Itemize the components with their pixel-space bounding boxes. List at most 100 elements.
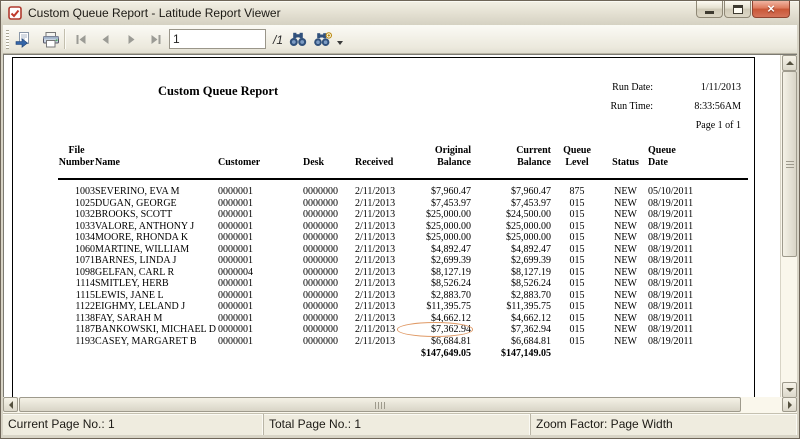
cell-customer: 0000001 xyxy=(218,232,303,244)
cell-received: 2/11/2013 xyxy=(355,290,405,302)
print-button[interactable] xyxy=(39,28,63,51)
column-header-desk: Desk xyxy=(303,145,355,179)
cell-file-number: 1060 xyxy=(58,244,95,256)
cell-queue-level: 875 xyxy=(551,179,603,198)
cell-queue-level: 015 xyxy=(551,209,603,221)
cell-received: 2/11/2013 xyxy=(355,209,405,221)
report-table-header-row: FileNumberNameCustomerDeskReceivedOrigin… xyxy=(58,145,748,179)
cell-name: MARTINE, WILLIAM xyxy=(95,244,218,256)
cell-received: 2/11/2013 xyxy=(355,267,405,279)
cell-file-number: 1122 xyxy=(58,301,95,313)
export-button[interactable] xyxy=(11,28,35,51)
toolbar: /1 xyxy=(3,25,797,54)
cell-original-balance: $2,699.39 xyxy=(405,255,471,267)
table-row: 1033VALORE, ANTHONY J000000100000002/11/… xyxy=(58,221,748,233)
scrollbar-grip xyxy=(786,161,794,168)
cell-current-balance: $25,000.00 xyxy=(471,221,551,233)
cell-current-balance: $4,662.12 xyxy=(471,313,551,325)
report-title: Custom Queue Report xyxy=(158,84,278,99)
toolbar-grip[interactable] xyxy=(6,30,9,49)
cell-file-number: 1071 xyxy=(58,255,95,267)
minimize-icon xyxy=(705,11,714,14)
cell-desk: 0000000 xyxy=(303,336,355,348)
previous-page-icon xyxy=(100,34,112,45)
cell-name: CASEY, MARGARET B xyxy=(95,336,218,348)
cell-received: 2/11/2013 xyxy=(355,232,405,244)
zoom-menu-caret-down-icon[interactable] xyxy=(337,41,343,45)
find-icon xyxy=(289,32,307,47)
close-button[interactable]: × xyxy=(752,1,790,18)
cell-queue-date: 08/19/2011 xyxy=(648,290,748,302)
cell-queue-level: 015 xyxy=(551,244,603,256)
find-button[interactable] xyxy=(286,28,310,51)
cell-customer: 0000001 xyxy=(218,336,303,348)
cell-desk: 0000000 xyxy=(303,301,355,313)
cell-original-balance: $25,000.00 xyxy=(405,209,471,221)
cell-name: SEVERINO, EVA M xyxy=(95,179,218,198)
scroll-down-button[interactable] xyxy=(782,382,797,397)
table-row: 1122EIGHMY, LELAND J000000100000002/11/2… xyxy=(58,301,748,313)
maximize-button[interactable] xyxy=(724,1,751,18)
vertical-scrollbar[interactable] xyxy=(780,55,797,397)
column-header-queue-level: QueueLevel xyxy=(551,145,603,179)
cell-status: NEW xyxy=(603,244,648,256)
minimize-button[interactable] xyxy=(696,1,723,18)
cell-file-number: 1193 xyxy=(58,336,95,348)
scroll-right-button[interactable] xyxy=(782,397,797,412)
table-row: 1098GELFAN, CARL R000000400000002/11/201… xyxy=(58,267,748,279)
cell-name: BARNES, LINDA J xyxy=(95,255,218,267)
totals-row: $147,649.05 $147,149.05 xyxy=(58,347,748,360)
run-time-label: Run Time: xyxy=(575,101,653,112)
scroll-up-button[interactable] xyxy=(782,55,797,71)
horizontal-scrollbar-thumb[interactable] xyxy=(19,397,741,412)
column-header-customer: Customer xyxy=(218,145,303,179)
window-title: Custom Queue Report - Latitude Report Vi… xyxy=(28,6,281,20)
next-page-icon xyxy=(125,34,137,45)
cell-desk: 0000000 xyxy=(303,255,355,267)
cell-desk: 0000000 xyxy=(303,313,355,325)
cell-status: NEW xyxy=(603,313,648,325)
toolbar-separator xyxy=(64,29,66,49)
vertical-scrollbar-thumb[interactable] xyxy=(782,71,797,257)
scroll-left-button[interactable] xyxy=(3,397,18,412)
cell-queue-date: 08/19/2011 xyxy=(648,232,748,244)
cell-name: LEWIS, JANE L xyxy=(95,290,218,302)
first-page-icon xyxy=(75,34,87,45)
cell-queue-date: 08/19/2011 xyxy=(648,244,748,256)
column-header-file-number: FileNumber xyxy=(58,145,95,179)
cell-queue-level: 015 xyxy=(551,313,603,325)
cell-original-balance: $7,453.97 xyxy=(405,198,471,210)
cell-current-balance: $6,684.81 xyxy=(471,336,551,348)
report-table: FileNumberNameCustomerDeskReceivedOrigin… xyxy=(58,145,748,360)
next-page-button[interactable] xyxy=(119,28,143,51)
cell-queue-level: 015 xyxy=(551,221,603,233)
cell-queue-level: 015 xyxy=(551,278,603,290)
cell-customer: 0000001 xyxy=(218,278,303,290)
first-page-button[interactable] xyxy=(69,28,93,51)
zoom-button[interactable] xyxy=(311,28,335,51)
cell-queue-date: 08/19/2011 xyxy=(648,301,748,313)
cell-current-balance: $8,127.19 xyxy=(471,267,551,279)
cell-desk: 0000000 xyxy=(303,198,355,210)
column-header-current-balance: CurrentBalance xyxy=(471,145,551,179)
cell-queue-date: 08/19/2011 xyxy=(648,278,748,290)
cell-received: 2/11/2013 xyxy=(355,278,405,290)
last-page-button[interactable] xyxy=(144,28,168,51)
horizontal-scrollbar[interactable] xyxy=(3,397,797,413)
title-bar[interactable]: Custom Queue Report - Latitude Report Vi… xyxy=(1,1,799,25)
column-header-name: Name xyxy=(95,145,218,179)
cell-original-balance: $8,127.19 xyxy=(405,267,471,279)
cell-current-balance: $2,699.39 xyxy=(471,255,551,267)
page-number-input[interactable] xyxy=(169,29,266,49)
table-row: 1138FAY, SARAH M000000100000002/11/2013$… xyxy=(58,313,748,325)
previous-page-button[interactable] xyxy=(94,28,118,51)
cell-original-balance: $25,000.00 xyxy=(405,232,471,244)
cell-customer: 0000001 xyxy=(218,301,303,313)
total-original-balance: $147,649.05 xyxy=(405,347,471,360)
cell-received: 2/11/2013 xyxy=(355,313,405,325)
total-current-balance: $147,149.05 xyxy=(471,347,551,360)
cell-received: 2/11/2013 xyxy=(355,179,405,198)
report-page: Custom Queue Report Run Date:1/11/2013 R… xyxy=(12,57,755,397)
cell-queue-level: 015 xyxy=(551,198,603,210)
cell-queue-date: 05/10/2011 xyxy=(648,179,748,198)
